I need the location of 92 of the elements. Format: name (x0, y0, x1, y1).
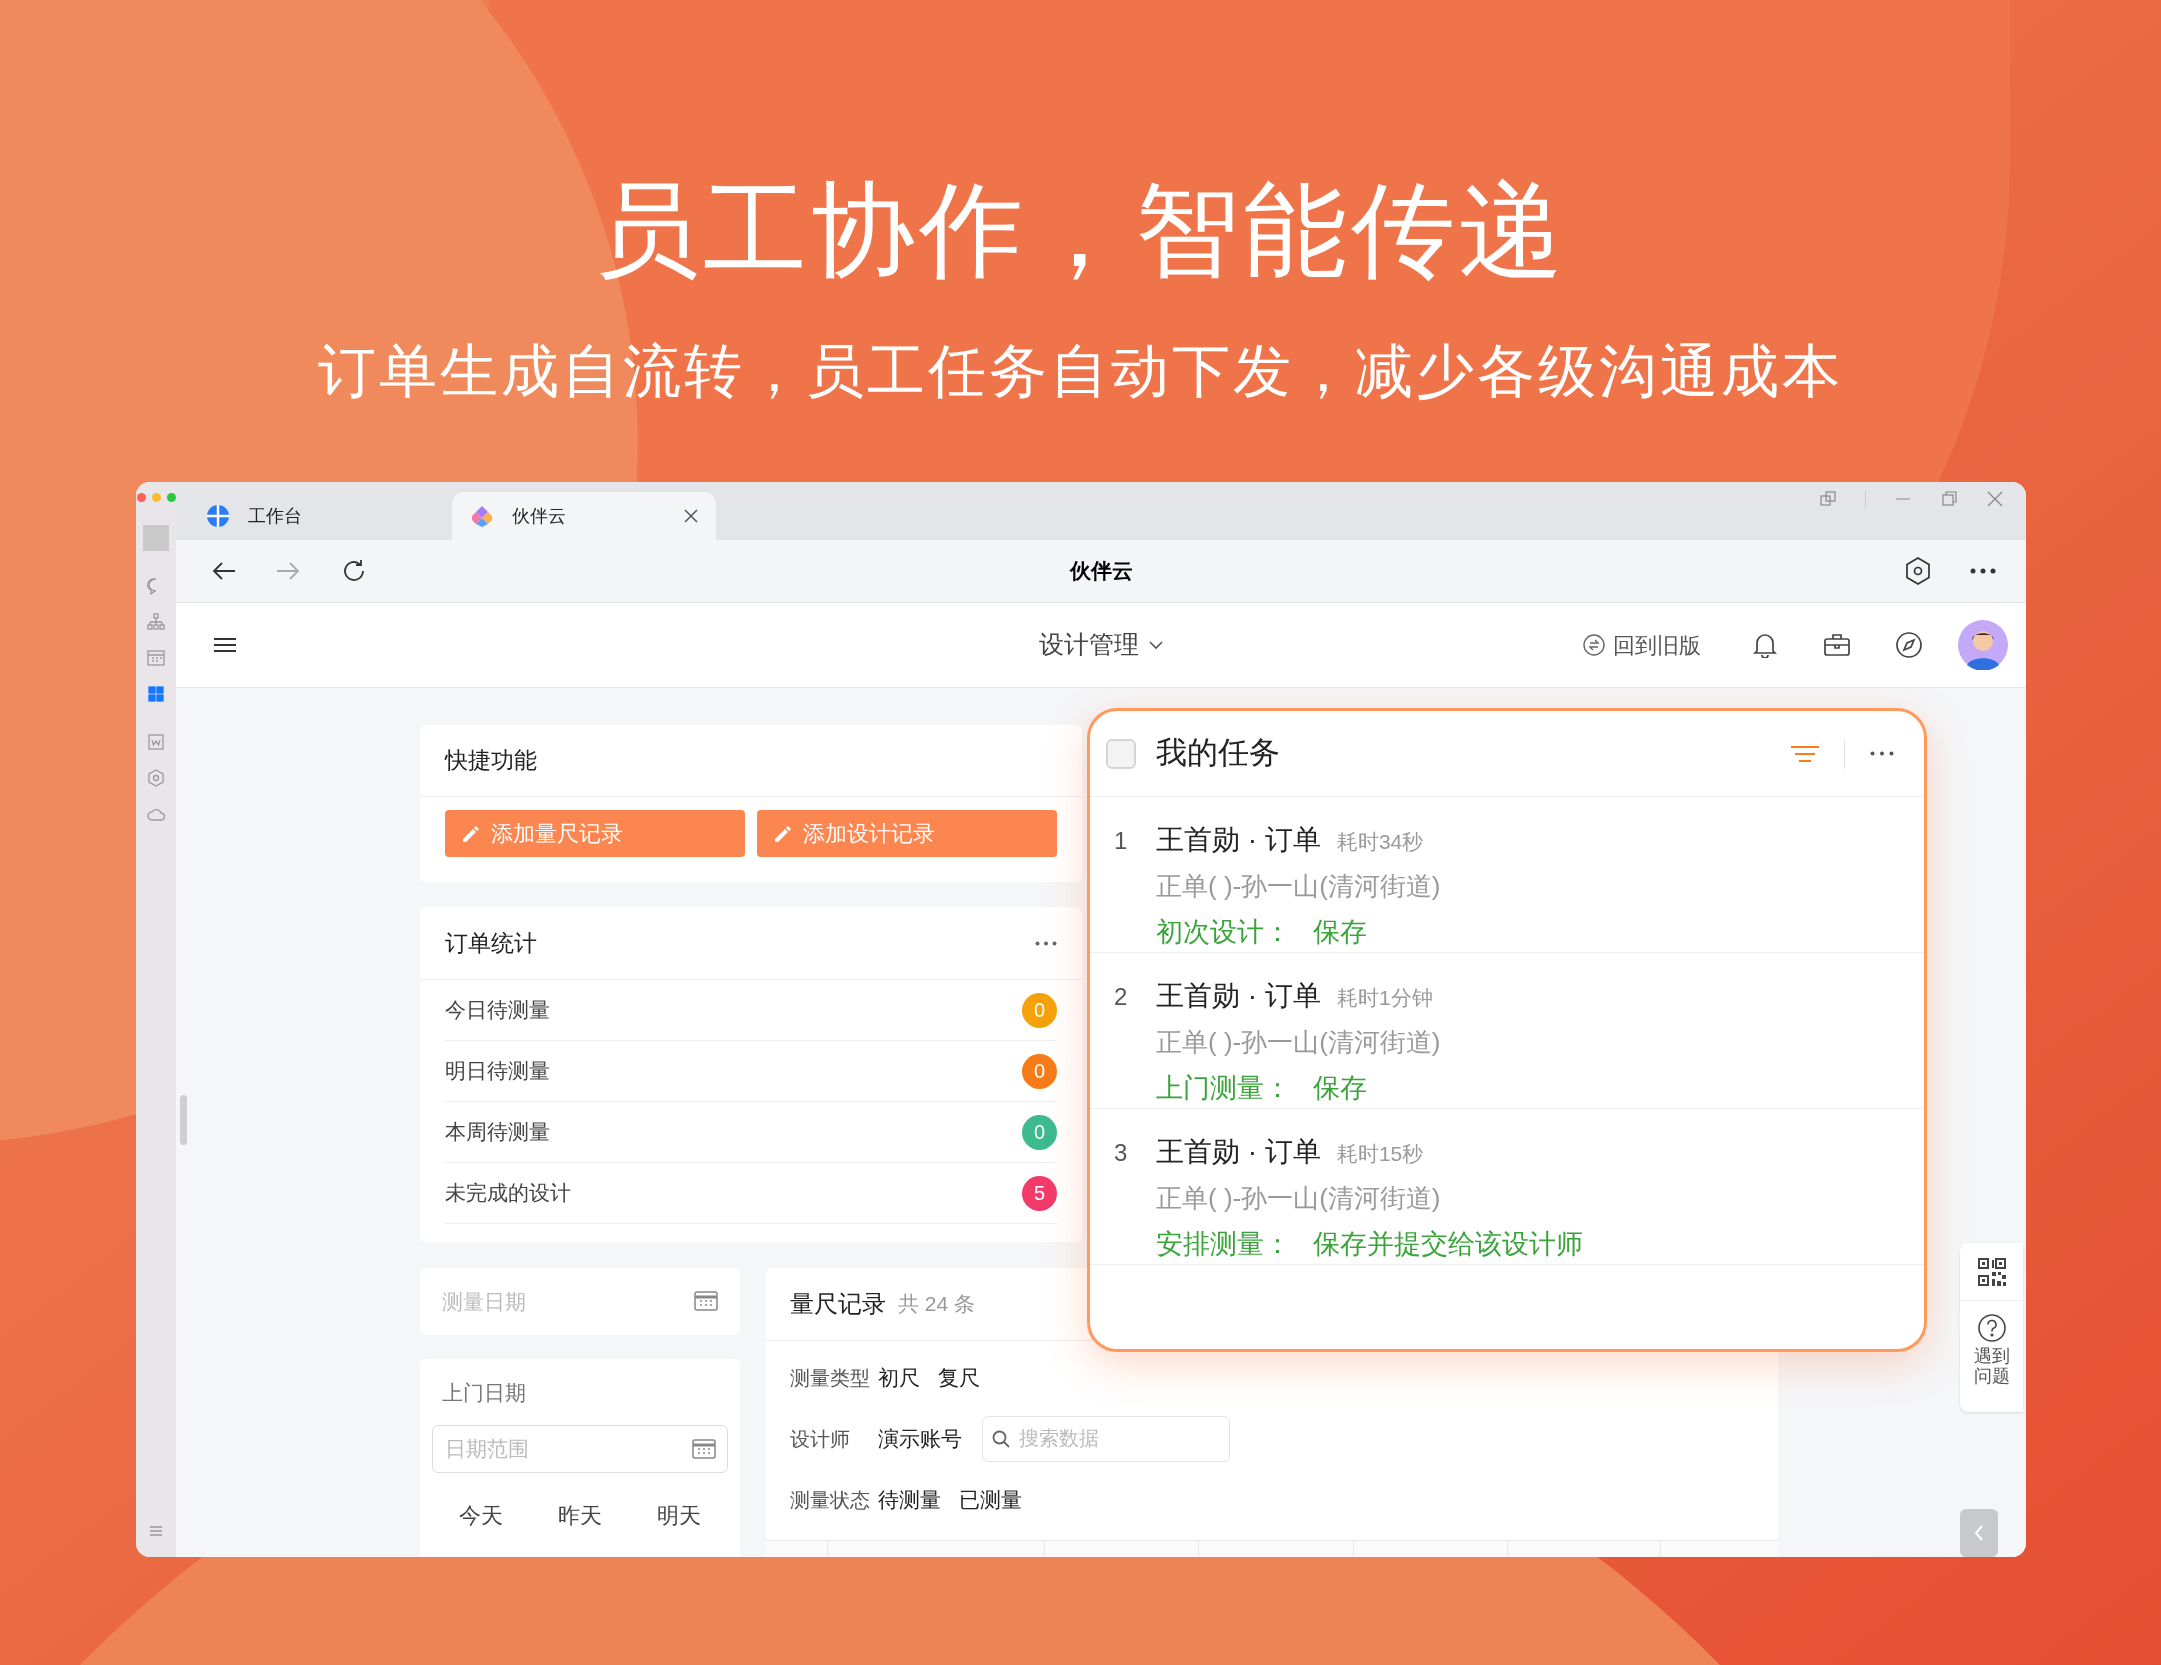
task-duration: 耗时34秒 (1336, 829, 1424, 855)
date-shortcut[interactable]: 昨天 (550, 1498, 610, 1532)
pencil-icon (773, 823, 793, 844)
back-icon[interactable] (211, 561, 237, 581)
popout-icon[interactable] (1819, 490, 1837, 508)
avatar[interactable] (1958, 620, 2008, 670)
app-logo-icon (206, 504, 230, 528)
record-count: 共 24 条 (898, 1291, 976, 1318)
card-title: 量尺记录 (790, 1289, 886, 1319)
module-dropdown[interactable]: 设计管理 (1039, 626, 1163, 664)
panel-title: 我的任务 (1156, 734, 1280, 773)
count-badge: 0 (1022, 1053, 1057, 1089)
scrollbar-thumb[interactable] (180, 1095, 187, 1145)
card-title: 订单统计 (445, 928, 537, 958)
filter-label: 测量类型 (790, 1365, 870, 1391)
tab[interactable]: 工作台 (188, 492, 452, 540)
pencil-icon (461, 823, 481, 844)
calendar-icon (694, 1290, 718, 1312)
headline: 员工协作，智能传递 (594, 178, 1567, 282)
date-shortcut[interactable]: 今天 (451, 1498, 512, 1532)
step-action: 保存并提交给该设计师 (1313, 1228, 1583, 1261)
filter-option[interactable]: 初尺 (878, 1361, 920, 1394)
app-logo-icon (470, 504, 494, 528)
card-title: 快捷功能 (420, 725, 1082, 797)
task-title[interactable]: 王首勋 · 订单 (1156, 975, 1321, 1017)
document-icon[interactable] (147, 733, 165, 751)
subheadline: 订单生成自流转，员工任务自动下发，减少各级沟通成本 (318, 342, 1843, 400)
step-label: 初次设计： (1156, 916, 1291, 949)
step-action: 保存 (1313, 916, 1367, 949)
order-name: 正单( )-孙一山(清河街道) (1156, 1026, 1441, 1059)
more-icon[interactable] (1870, 751, 1894, 756)
count-badge: 0 (1022, 992, 1057, 1028)
chevron-down-icon (1149, 640, 1163, 650)
close-icon[interactable] (1986, 490, 2004, 508)
filter-option[interactable]: 演示账号 (878, 1422, 962, 1455)
briefcase-icon[interactable] (1823, 633, 1851, 657)
task-duration: 耗时15秒 (1336, 1141, 1424, 1167)
item-number: 3 (1113, 1138, 1129, 1168)
step-label: 安排测量： (1156, 1228, 1291, 1261)
more-icon[interactable] (1970, 568, 1996, 574)
stat-label: 未完成的设计 (445, 1180, 571, 1207)
window-title: 伙伴云 (1069, 558, 1133, 585)
grid-icon[interactable] (147, 685, 165, 703)
date-range-field[interactable]: 日期范围 (432, 1424, 728, 1473)
task-duration: 耗时1分钟 (1336, 985, 1433, 1011)
search-icon (992, 1429, 1010, 1448)
filter-option[interactable]: 复尺 (938, 1361, 980, 1394)
reload-icon[interactable] (341, 558, 367, 584)
order-name: 正单( )-孙一山(清河街道) (1156, 1182, 1442, 1215)
step-label: 上门测量： (1156, 1072, 1291, 1105)
step-action: 保存 (1313, 1072, 1367, 1105)
restore-icon[interactable] (1940, 490, 1958, 508)
back-to-old-link[interactable]: 回到旧版 (1583, 628, 1701, 662)
count-badge: 5 (1022, 1175, 1057, 1211)
stat-label: 本周待测量 (445, 1119, 550, 1146)
filter-icon[interactable] (1791, 744, 1819, 763)
more-icon[interactable] (1035, 940, 1057, 946)
collapse-button[interactable] (1960, 1509, 1998, 1557)
chevron-icon (1974, 1524, 1984, 1542)
bell-icon[interactable] (1753, 632, 1777, 658)
calendar-icon[interactable] (147, 649, 165, 667)
filter-label: 设计师 (790, 1426, 851, 1452)
menu-icon[interactable] (214, 637, 236, 653)
filter-label: 测量状态 (790, 1487, 870, 1513)
org-chart-icon[interactable] (147, 613, 165, 631)
measure-date-field[interactable]: 测量日期 (420, 1268, 740, 1335)
compass-icon[interactable] (1895, 631, 1923, 659)
task-title[interactable]: 王首勋 · 订单 (1156, 819, 1321, 861)
switch-icon (1583, 634, 1605, 656)
tab[interactable]: 伙伴云 (452, 492, 716, 540)
filter-option[interactable]: 待测量 (878, 1483, 941, 1516)
search-field[interactable]: 搜索数据 (982, 1415, 1230, 1462)
forward-icon[interactable] (275, 561, 301, 581)
item-number: 1 (1113, 826, 1129, 856)
help-icon[interactable] (1976, 1313, 2007, 1343)
order-name: 正单( )-孙一山(清河街道) (1156, 870, 1441, 903)
filter-label: 上门日期 (442, 1380, 527, 1406)
close-icon[interactable] (684, 509, 698, 523)
qr-code-icon[interactable] (1976, 1256, 2007, 1287)
avatar-placeholder (143, 525, 169, 551)
date-shortcut[interactable]: 明天 (648, 1498, 709, 1532)
stat-label: 今日待测量 (445, 997, 550, 1024)
item-number: 2 (1113, 982, 1129, 1012)
calendar-icon (692, 1437, 716, 1460)
help-label[interactable]: 遇到问题 (1973, 1347, 2010, 1387)
filter-option[interactable]: 已测量 (959, 1483, 1022, 1516)
checkbox[interactable] (1106, 738, 1136, 769)
settings-icon[interactable] (1904, 556, 1932, 586)
hexagon-icon[interactable] (147, 769, 165, 787)
task-title[interactable]: 王首勋 · 订单 (1156, 1131, 1321, 1173)
stat-label: 明日待测量 (445, 1058, 550, 1085)
count-badge: 0 (1022, 1114, 1057, 1150)
